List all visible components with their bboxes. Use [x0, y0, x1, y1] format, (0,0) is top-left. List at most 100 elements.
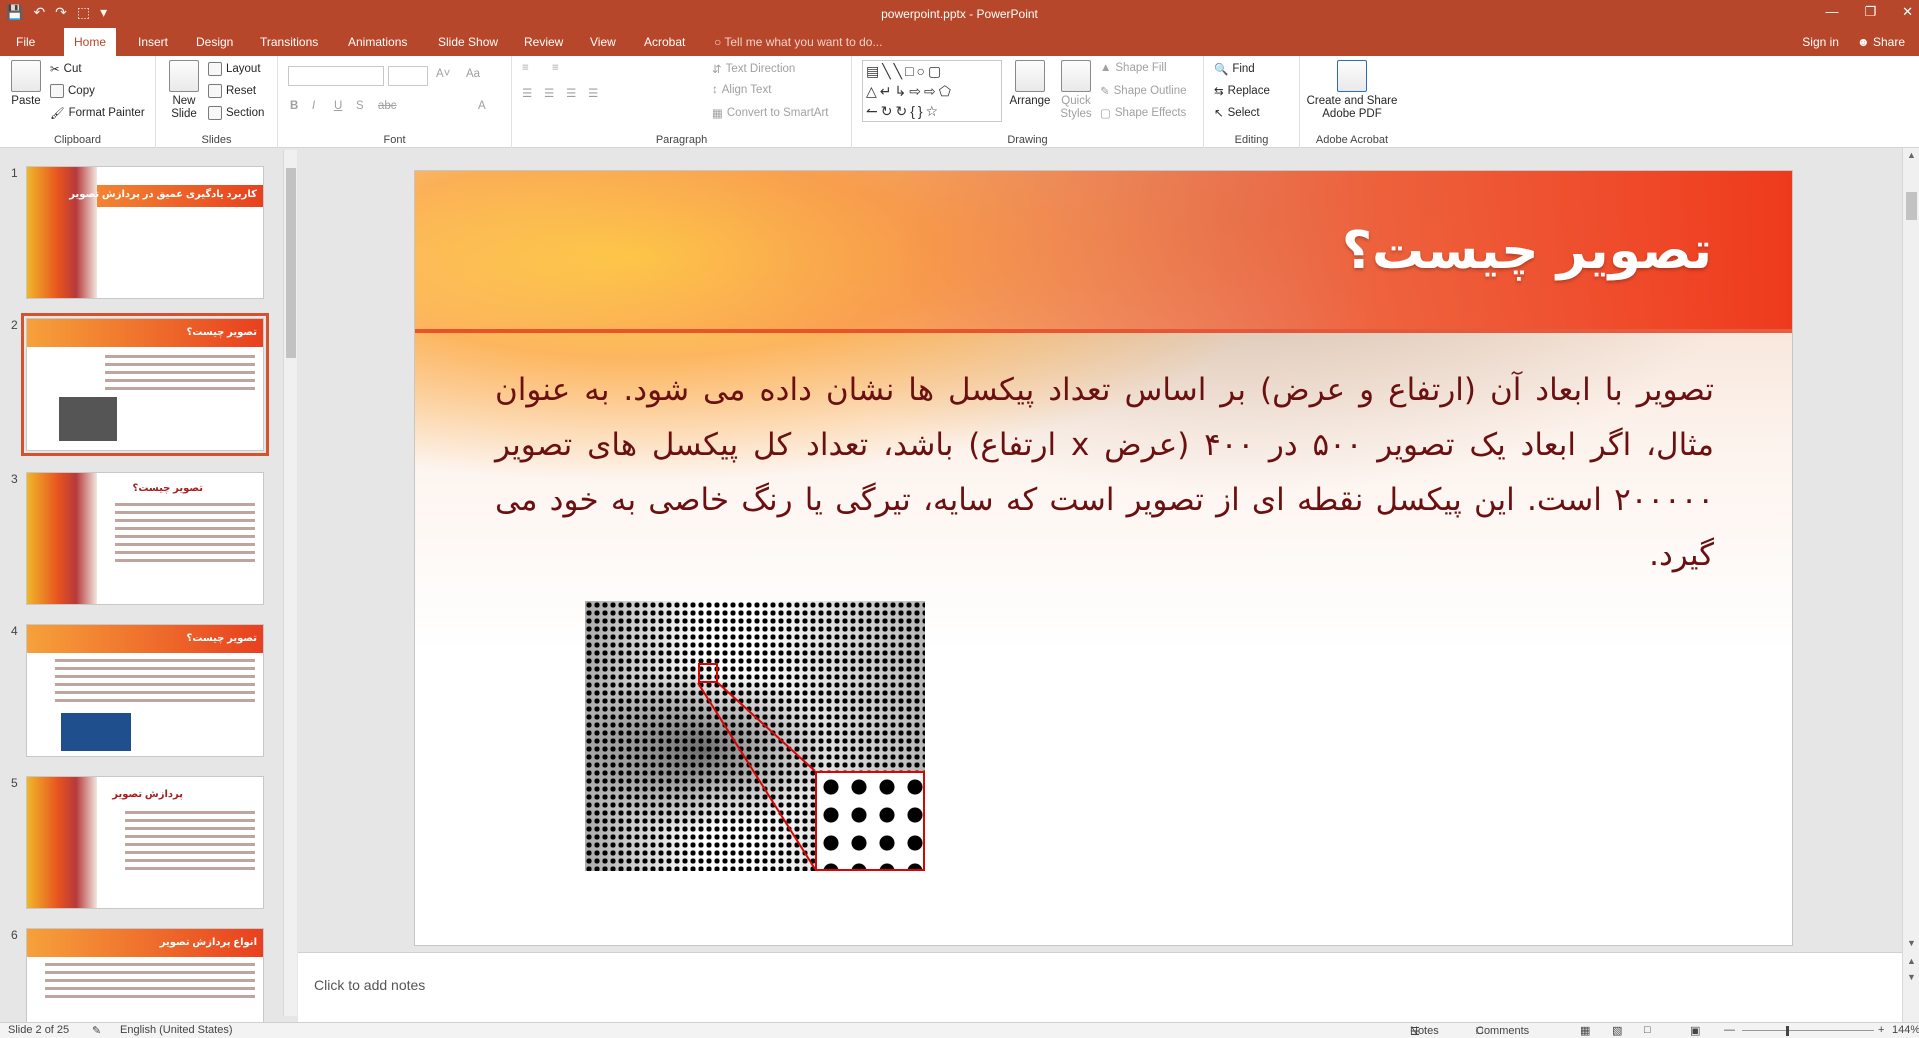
- notes-pane[interactable]: Click to add notes: [298, 952, 1902, 1022]
- slideshow-view-icon[interactable]: ▣: [1690, 1024, 1700, 1037]
- center-button[interactable]: ☰: [544, 86, 554, 100]
- select-button[interactable]: ↖ Select: [1214, 106, 1260, 120]
- align-right-button[interactable]: ☰: [566, 86, 576, 100]
- bullets-button[interactable]: ≡: [522, 62, 529, 74]
- justify-button[interactable]: ☰: [588, 86, 598, 100]
- create-pdf-button[interactable]: Create and Share Adobe PDF: [1304, 60, 1400, 121]
- thumbnail-title: پردازش تصویر: [112, 789, 183, 800]
- arrange-button[interactable]: Arrange: [1008, 60, 1052, 108]
- next-slide-icon[interactable]: ▼: [1906, 972, 1917, 982]
- slide-canvas[interactable]: تصویر چیست؟ تصویر با ابعاد آن (ارتفاع و …: [414, 170, 1793, 946]
- tab-file[interactable]: File: [6, 28, 45, 56]
- scroll-up-icon[interactable]: ▲: [1906, 150, 1917, 160]
- align-left-button[interactable]: ☰: [522, 86, 532, 100]
- slide-scroll-thumb[interactable]: [1906, 192, 1917, 220]
- language-status[interactable]: English (United States): [120, 1024, 233, 1036]
- tell-me-box[interactable]: ○ Tell me what you want to do...: [714, 28, 882, 56]
- paste-button[interactable]: Paste: [6, 60, 46, 108]
- thumbnails-scrollbar[interactable]: [283, 150, 297, 1016]
- tab-home[interactable]: Home: [64, 28, 117, 56]
- new-slide-button[interactable]: New Slide: [164, 60, 204, 121]
- reading-view-icon[interactable]: □: [1644, 1024, 1651, 1036]
- title-bar: 💾 ↶ ↷ ⬚ ▾ powerpoint.pptx - PowerPoint ―…: [0, 0, 1919, 28]
- tab-transitions[interactable]: Transitions: [250, 28, 328, 56]
- slides-group-label: Slides: [201, 134, 232, 146]
- font-color-button[interactable]: A: [478, 100, 486, 112]
- section-button[interactable]: Section: [208, 106, 264, 120]
- zoom-slider-thumb[interactable]: [1786, 1026, 1789, 1036]
- shapes-gallery[interactable]: ▤╲╲□○▢ △↵↳⇨⇨⬠ ↼↻↻{}☆: [862, 60, 1002, 122]
- slide-thumbnail[interactable]: پردازش تصویر: [26, 776, 264, 909]
- layout-button[interactable]: Layout: [208, 62, 261, 76]
- font-size-combo[interactable]: [388, 66, 428, 86]
- clipboard-group: Paste ✂ Cut Copy 🖌 Format Painter Clipboar…: [0, 56, 156, 148]
- text-direction-button[interactable]: ⇵ Text Direction: [712, 62, 795, 76]
- quick-styles-button[interactable]: Quick Styles: [1056, 60, 1096, 121]
- convert-smartart-button[interactable]: ▦ Convert to SmartArt: [712, 106, 829, 120]
- zoom-level[interactable]: 144%: [1892, 1024, 1919, 1036]
- reset-button[interactable]: Reset: [208, 84, 256, 98]
- slide-number: 4: [11, 624, 18, 638]
- halftone-pixel-image[interactable]: [585, 601, 925, 871]
- sign-in-link[interactable]: Sign in: [1802, 28, 1839, 56]
- slide-thumbnail-selected[interactable]: تصویر چیست؟: [21, 313, 269, 456]
- new-slide-label-1: New: [172, 95, 196, 107]
- thumbnail-text-lines: [115, 503, 255, 567]
- spelling-icon[interactable]: ✎: [92, 1024, 101, 1037]
- zoom-in-icon[interactable]: +: [1878, 1024, 1884, 1036]
- tab-animations[interactable]: Animations: [338, 28, 417, 56]
- tab-insert[interactable]: Insert: [128, 28, 178, 56]
- select-label: Select: [1227, 107, 1260, 119]
- zoom-out-icon[interactable]: —: [1724, 1024, 1735, 1036]
- scissors-icon: ✂: [50, 64, 60, 76]
- tab-design[interactable]: Design: [186, 28, 243, 56]
- font-name-combo[interactable]: [288, 66, 384, 86]
- zoom-slider-track[interactable]: [1742, 1030, 1874, 1031]
- tab-acrobat[interactable]: Acrobat: [634, 28, 695, 56]
- italic-button[interactable]: I: [312, 100, 315, 112]
- thumbnails-scroll-thumb[interactable]: [286, 168, 296, 358]
- tab-slide-show[interactable]: Slide Show: [428, 28, 508, 56]
- slide-title[interactable]: تصویر چیست؟: [1342, 221, 1712, 281]
- slide-body-text[interactable]: تصویر با ابعاد آن (ارتفاع و عرض) بر اساس…: [495, 363, 1714, 583]
- thumbnail-image: [61, 713, 131, 751]
- create-pdf-label-2: Adobe PDF: [1322, 108, 1382, 120]
- grow-font-button[interactable]: A˅: [436, 68, 450, 80]
- bold-button[interactable]: B: [290, 100, 298, 112]
- close-icon[interactable]: ✕: [1902, 4, 1913, 20]
- find-button[interactable]: 🔍 Find: [1214, 62, 1255, 76]
- shape-outline-button[interactable]: ✎ Shape Outline: [1100, 84, 1187, 98]
- scroll-down-icon[interactable]: ▼: [1906, 938, 1917, 948]
- share-button[interactable]: ☻ Share: [1857, 28, 1905, 56]
- justify-icon: ☰: [588, 88, 599, 100]
- shape-fill-button[interactable]: ▲ Shape Fill: [1100, 62, 1167, 74]
- tab-review[interactable]: Review: [514, 28, 573, 56]
- tab-view[interactable]: View: [580, 28, 626, 56]
- slide-thumbnail[interactable]: تصویر چیست؟: [26, 472, 264, 605]
- underline-button[interactable]: U: [334, 100, 342, 112]
- shape-effects-button[interactable]: ▢ Shape Effects: [1100, 106, 1186, 120]
- tell-me-placeholder: Tell me what you want to do...: [724, 35, 883, 49]
- slide-thumbnail[interactable]: تصویر چیست؟: [26, 624, 264, 757]
- copy-button[interactable]: Copy: [50, 84, 95, 98]
- restore-icon[interactable]: ❐: [1864, 4, 1876, 20]
- paste-icon: [11, 60, 41, 92]
- format-painter-button[interactable]: 🖌 Format Painter: [50, 106, 145, 120]
- normal-view-icon[interactable]: ▦: [1580, 1024, 1590, 1037]
- numbering-button[interactable]: ≡: [552, 62, 559, 74]
- strikethrough-button[interactable]: abc: [378, 100, 397, 112]
- shadow-button[interactable]: S: [356, 100, 364, 112]
- minimize-icon[interactable]: ―: [1825, 4, 1838, 20]
- paragraph-group-label: Paragraph: [655, 134, 708, 146]
- align-text-button[interactable]: ↕ Align Text: [712, 84, 771, 96]
- quick-styles-label-1: Quick: [1061, 95, 1091, 107]
- cut-button[interactable]: ✂ Cut: [50, 62, 82, 76]
- previous-slide-icon[interactable]: ▲: [1906, 956, 1917, 966]
- replace-button[interactable]: ⇆ Replace: [1214, 84, 1270, 98]
- slide-vertical-scrollbar[interactable]: ▲ ▼ ▲ ▼: [1902, 148, 1919, 1022]
- slide-thumbnail[interactable]: کاربرد یادگیری عمیق در پردازش تصویر: [26, 166, 264, 299]
- numbering-icon: ≡: [552, 62, 559, 74]
- change-case-button[interactable]: Aa: [466, 68, 480, 80]
- quick-styles-icon: [1061, 60, 1091, 92]
- slide-sorter-icon[interactable]: ▧: [1612, 1024, 1622, 1037]
